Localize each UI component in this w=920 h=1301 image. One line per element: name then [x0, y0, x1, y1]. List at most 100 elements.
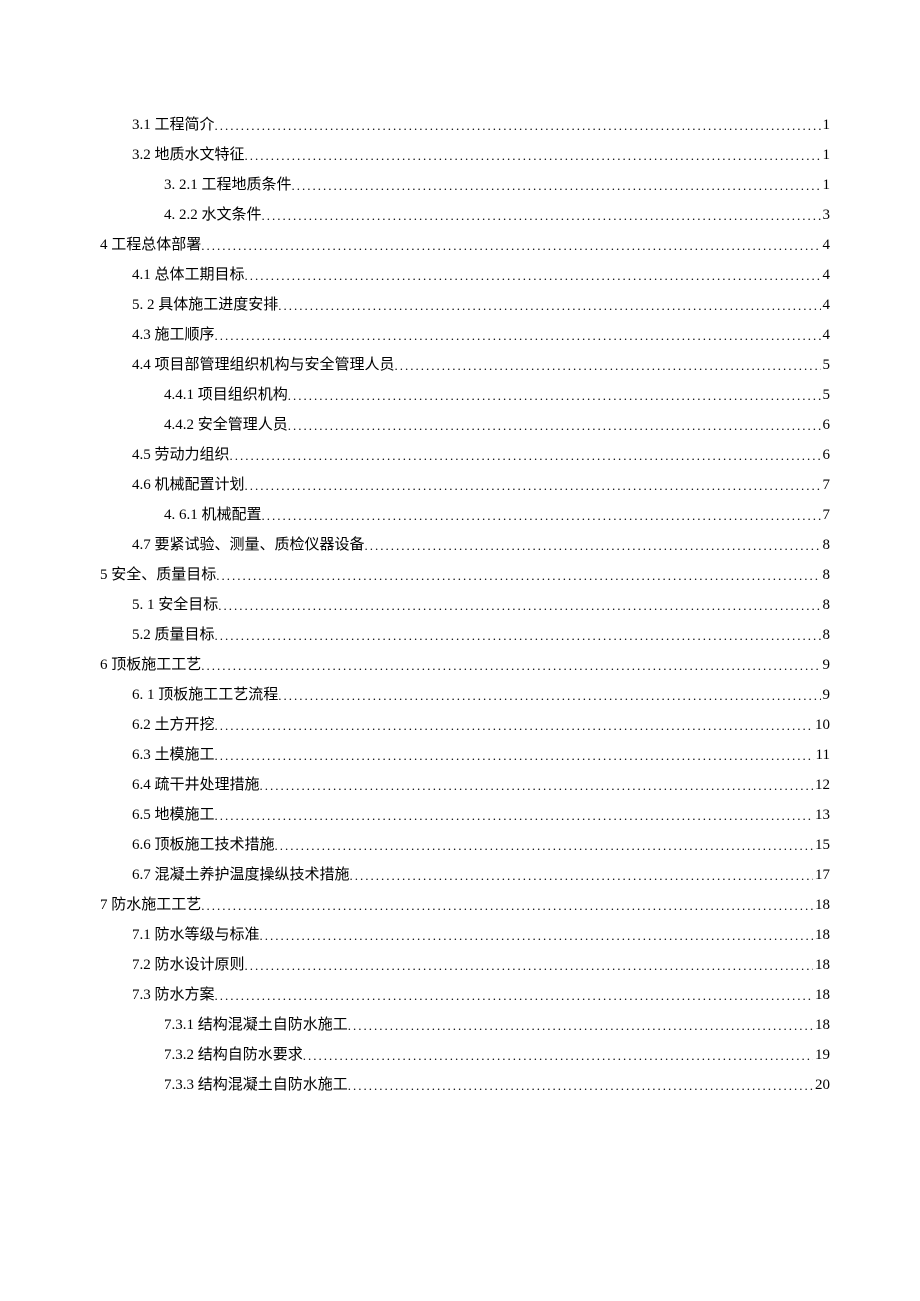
toc-label: 4 工程总体部署: [100, 238, 201, 253]
toc-label: 4. 2.2 水文条件: [164, 208, 262, 223]
toc-page-number: 18: [813, 988, 830, 1003]
toc-entry: 4 工程总体部署 4: [100, 238, 830, 253]
toc-page-number: 11: [814, 748, 830, 763]
toc-entry: 6.7 混凝土养护温度操纵技术措施 17: [100, 868, 830, 883]
toc-leader-dots: [201, 239, 820, 252]
toc-label: 3.2 地质水文特征: [132, 148, 245, 163]
toc-page-number: 12: [813, 778, 830, 793]
toc-label: 3. 2.1 工程地质条件: [164, 178, 292, 193]
toc-leader-dots: [245, 149, 821, 162]
toc-leader-dots: [245, 479, 821, 492]
toc-label: 6. 1 顶板施工工艺流程: [132, 688, 278, 703]
toc-leader-dots: [348, 1019, 813, 1032]
toc-entry: 6.6 顶板施工技术措施 15: [100, 838, 830, 853]
toc-page-number: 13: [813, 808, 830, 823]
toc-entry: 3. 2.1 工程地质条件 1: [100, 178, 830, 193]
toc-leader-dots: [201, 899, 813, 912]
toc-page-number: 9: [821, 688, 831, 703]
toc-label: 5.2 质量目标: [132, 628, 215, 643]
toc-page-number: 20: [813, 1078, 830, 1093]
toc-entry: 5. 1 安全目标 8: [100, 598, 830, 613]
toc-leader-dots: [350, 869, 813, 882]
toc-page-number: 18: [813, 898, 830, 913]
toc-entry: 6.4 疏干井处理措施 12: [100, 778, 830, 793]
toc-label: 7.3.1 结构混凝土自防水施工: [164, 1018, 348, 1033]
toc-entry: 3.1 工程简介 1: [100, 118, 830, 133]
toc-page-number: 18: [813, 958, 830, 973]
toc-page-number: 6: [821, 418, 831, 433]
toc-label: 6.7 混凝土养护温度操纵技术措施: [132, 868, 350, 883]
toc-label: 4.5 劳动力组织: [132, 448, 230, 463]
toc-leader-dots: [215, 809, 813, 822]
toc-leader-dots: [201, 659, 820, 672]
toc-label: 4.3 施工顺序: [132, 328, 215, 343]
toc-entry: 4.4.1 项目组织机构 5: [100, 388, 830, 403]
toc-page-number: 8: [821, 538, 831, 553]
toc-entry: 7.3 防水方案 18: [100, 988, 830, 1003]
toc-label: 6.4 疏干井处理措施: [132, 778, 260, 793]
toc-entry: 6.5 地模施工 13: [100, 808, 830, 823]
toc-leader-dots: [292, 179, 821, 192]
toc-leader-dots: [262, 509, 821, 522]
toc-page-number: 8: [821, 628, 831, 643]
toc-leader-dots: [215, 329, 821, 342]
toc-page-number: 4: [821, 298, 831, 313]
toc-page-number: 6: [821, 448, 831, 463]
toc-label: 4.1 总体工期目标: [132, 268, 245, 283]
toc-page-number: 1: [821, 178, 831, 193]
toc-label: 4.4.2 安全管理人员: [164, 418, 288, 433]
toc-page-number: 17: [813, 868, 830, 883]
toc-leader-dots: [216, 569, 820, 582]
toc-leader-dots: [215, 989, 813, 1002]
toc-page-number: 4: [821, 268, 831, 283]
toc-label: 4.7 要紧试验、测量、质检仪器设备: [132, 538, 365, 553]
toc-leader-dots: [260, 779, 813, 792]
toc-leader-dots: [303, 1049, 813, 1062]
toc-label: 5. 1 安全目标: [132, 598, 218, 613]
toc-label: 7.2 防水设计原则: [132, 958, 245, 973]
toc-leader-dots: [348, 1079, 813, 1092]
toc-leader-dots: [260, 929, 813, 942]
toc-label: 5 安全、质量目标: [100, 568, 216, 583]
toc-label: 6.6 顶板施工技术措施: [132, 838, 275, 853]
toc-page-number: 1: [821, 148, 831, 163]
toc-leader-dots: [288, 419, 821, 432]
toc-label: 7.3 防水方案: [132, 988, 215, 1003]
toc-label: 6.3 土模施工: [132, 748, 215, 763]
toc-entry: 7.3.1 结构混凝土自防水施工 18: [100, 1018, 830, 1033]
toc-page-number: 18: [813, 928, 830, 943]
toc-leader-dots: [245, 269, 821, 282]
toc-entry: 6.2 土方开挖 10: [100, 718, 830, 733]
toc-label: 4.4.1 项目组织机构: [164, 388, 288, 403]
toc-entry: 4.4 项目部管理组织机构与安全管理人员 5: [100, 358, 830, 373]
toc-label: 7.3.3 结构混凝土自防水施工: [164, 1078, 348, 1093]
toc-page-number: 9: [821, 658, 831, 673]
toc-label: 4.4 项目部管理组织机构与安全管理人员: [132, 358, 395, 373]
table-of-contents: 3.1 工程简介 13.2 地质水文特征 13. 2.1 工程地质条件 14. …: [100, 118, 830, 1093]
toc-entry: 5 安全、质量目标 8: [100, 568, 830, 583]
toc-label: 5. 2 具体施工进度安排: [132, 298, 278, 313]
toc-page-number: 18: [813, 1018, 830, 1033]
toc-page-number: 7: [821, 508, 831, 523]
toc-entry: 4. 6.1 机械配置 7: [100, 508, 830, 523]
toc-leader-dots: [215, 719, 813, 732]
toc-page-number: 15: [813, 838, 830, 853]
toc-leader-dots: [288, 389, 821, 402]
toc-entry: 4.4.2 安全管理人员 6: [100, 418, 830, 433]
toc-label: 4.6 机械配置计划: [132, 478, 245, 493]
toc-page-number: 5: [821, 358, 831, 373]
toc-leader-dots: [395, 359, 821, 372]
toc-entry: 4. 2.2 水文条件 3: [100, 208, 830, 223]
toc-entry: 4.7 要紧试验、测量、质检仪器设备 8: [100, 538, 830, 553]
toc-entry: 5.2 质量目标 8: [100, 628, 830, 643]
toc-leader-dots: [262, 209, 821, 222]
toc-page-number: 10: [813, 718, 830, 733]
toc-entry: 4.5 劳动力组织 6: [100, 448, 830, 463]
toc-page-number: 7: [821, 478, 831, 493]
toc-entry: 7.3.3 结构混凝土自防水施工 20: [100, 1078, 830, 1093]
toc-label: 7.3.2 结构自防水要求: [164, 1048, 303, 1063]
toc-page-number: 8: [821, 598, 831, 613]
toc-page-number: 1: [821, 118, 831, 133]
toc-page-number: 4: [821, 238, 831, 253]
toc-entry: 7.2 防水设计原则 18: [100, 958, 830, 973]
